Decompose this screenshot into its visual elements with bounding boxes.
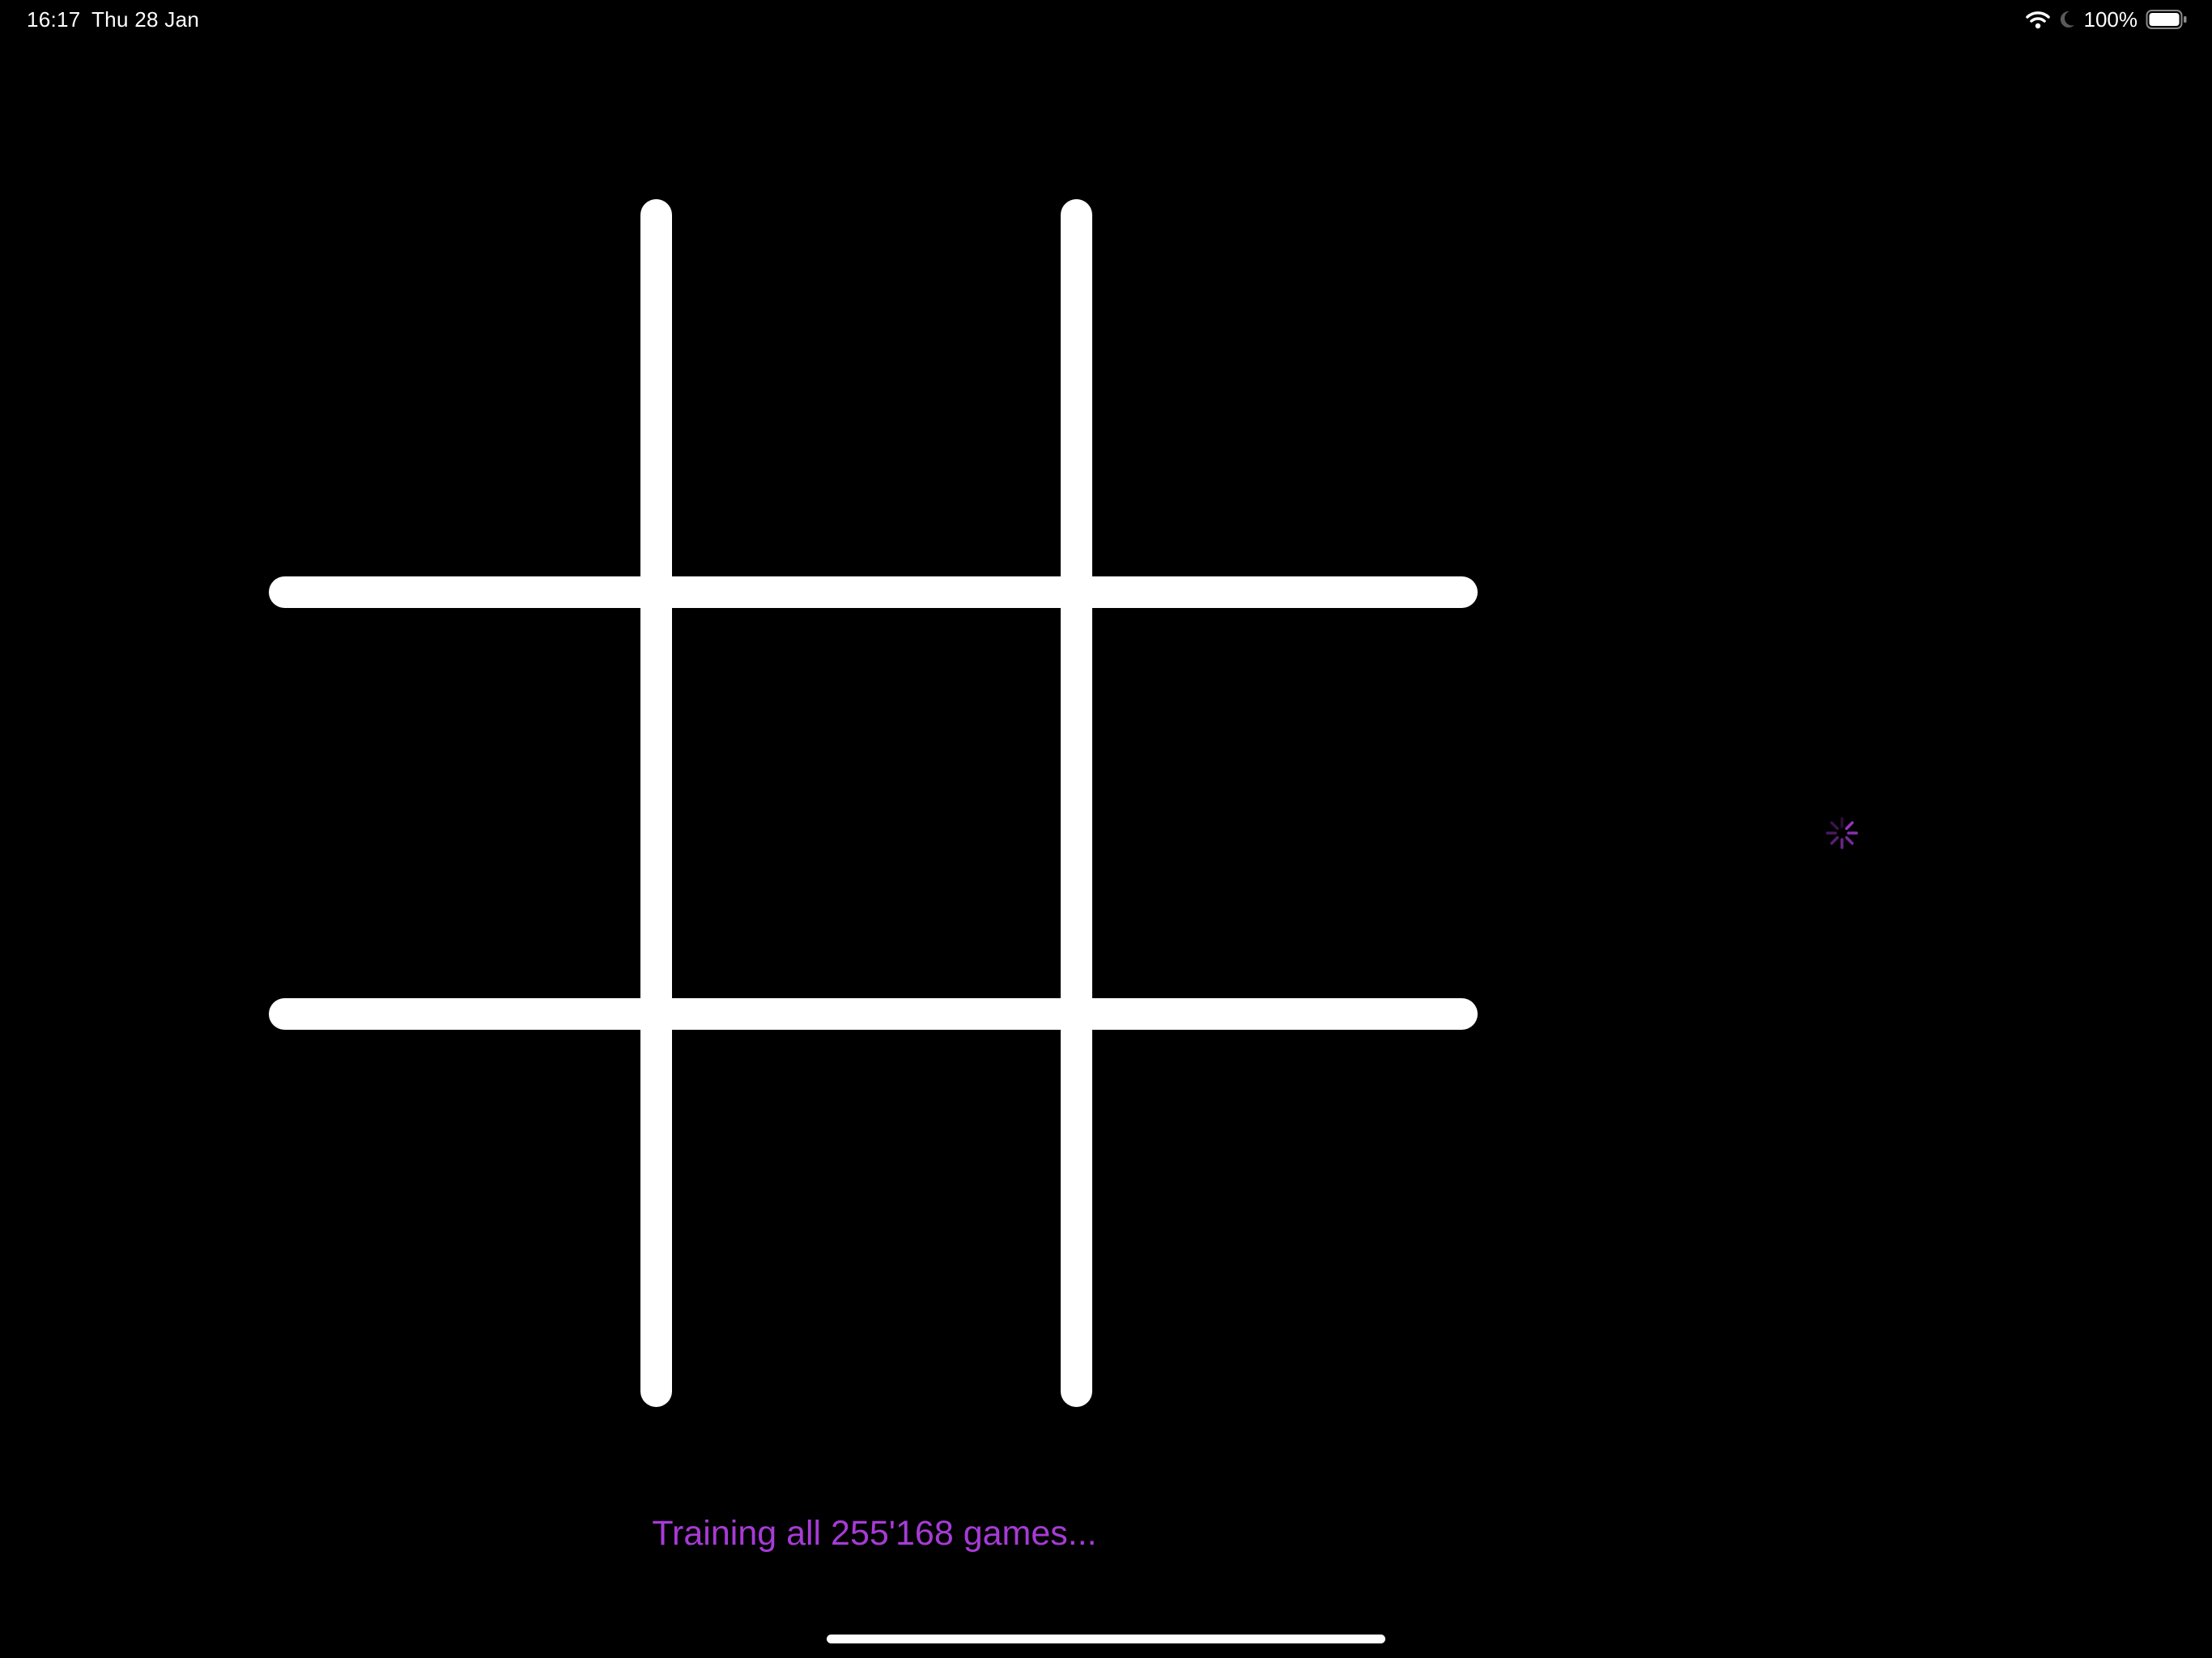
grid-line-vertical-right	[1061, 199, 1092, 1407]
spinner-spoke	[1830, 835, 1840, 845]
status-bar: 16:17 Thu 28 Jan 100%	[0, 0, 2212, 39]
status-date: Thu 28 Jan	[91, 7, 200, 32]
board-cell-2[interactable]	[672, 199, 1061, 576]
moon-icon	[2058, 10, 2076, 29]
activity-spinner-icon	[1825, 816, 1859, 850]
status-indicators: 100%	[2025, 6, 2189, 32]
board-cell-7[interactable]	[269, 1030, 640, 1407]
spinner-spoke	[1830, 821, 1840, 831]
training-status-text: Training all 255'168 games...	[652, 1514, 1097, 1553]
battery-icon	[2146, 9, 2188, 30]
board-cell-8[interactable]	[672, 1030, 1061, 1407]
board-cell-5[interactable]	[672, 608, 1061, 998]
wifi-icon	[2025, 10, 2050, 29]
grid-line-vertical-left	[640, 199, 672, 1407]
board-cell-6[interactable]	[1092, 608, 1478, 998]
grid-line-horizontal-bottom	[269, 998, 1478, 1030]
spinner-spoke	[1844, 821, 1854, 831]
tic-tac-toe-board	[0, 0, 2212, 1658]
board-cell-1[interactable]	[269, 199, 640, 576]
spinner-spoke	[1844, 835, 1854, 845]
board-cell-9[interactable]	[1092, 1030, 1478, 1407]
grid-line-horizontal-top	[269, 576, 1478, 608]
board-cell-3[interactable]	[1092, 199, 1478, 576]
board-cell-4[interactable]	[269, 608, 640, 998]
home-indicator[interactable]	[827, 1635, 1385, 1643]
status-time: 16:17	[27, 7, 81, 32]
battery-percentage: 100%	[2083, 6, 2138, 32]
